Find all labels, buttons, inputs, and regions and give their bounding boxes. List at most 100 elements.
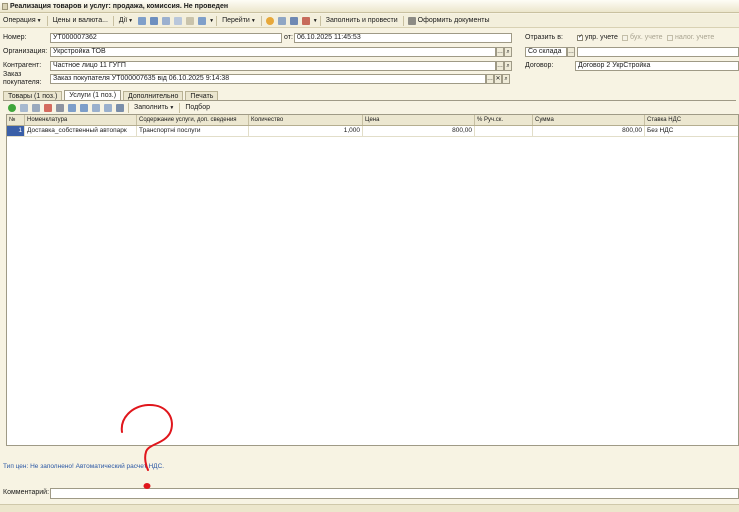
order-select-button[interactable]: …: [486, 74, 494, 84]
edit-row-icon[interactable]: [32, 103, 40, 112]
management-accounting-label: упр. учете: [585, 34, 618, 41]
chevron-down-icon[interactable]: ▼: [209, 18, 214, 24]
management-accounting-checkbox[interactable]: [577, 33, 583, 41]
toolbar-divider: [260, 15, 262, 26]
column-header-manual-discount[interactable]: % Руч.ск.: [475, 115, 533, 125]
edit-icon[interactable]: [162, 16, 171, 25]
vat-rate-cell[interactable]: Без НДС: [645, 126, 738, 136]
chevron-down-icon[interactable]: ▼: [313, 18, 318, 24]
actions-label: Дії: [118, 16, 128, 24]
service-content-cell[interactable]: Транспортні послуги: [137, 126, 249, 136]
warehouse-select-button[interactable]: …: [567, 47, 575, 57]
bottom-panel: [0, 504, 739, 512]
organization-select-button[interactable]: …: [496, 47, 504, 57]
table-row[interactable]: 1 Доставка_собственный автопарк Транспор…: [7, 126, 738, 137]
warehouse-field[interactable]: [577, 47, 739, 57]
list-icon[interactable]: [277, 16, 286, 25]
fill-label: Заполнить: [134, 103, 169, 111]
structure-icon[interactable]: [198, 16, 207, 25]
column-header-sum[interactable]: Сумма: [533, 115, 645, 125]
column-header-service-content[interactable]: Содержание услуги, доп. сведения: [137, 115, 249, 125]
contractor-select-button[interactable]: …: [496, 61, 504, 71]
chevron-down-icon: ▼: [169, 104, 175, 111]
select-button[interactable]: Подбор: [182, 101, 213, 115]
fill-menu[interactable]: Заполнить ▼: [131, 101, 177, 115]
move-down-icon[interactable]: [80, 103, 88, 112]
refresh-icon[interactable]: [186, 16, 195, 25]
order-label: Заказ покупателя:: [3, 71, 41, 87]
column-header-price[interactable]: Цена: [363, 115, 475, 125]
toolbar-divider: [128, 102, 129, 113]
contractor-search-icon[interactable]: ⌕: [504, 61, 512, 71]
organization-search-icon[interactable]: ⌕: [504, 47, 512, 57]
sort-desc-icon[interactable]: [104, 103, 112, 112]
accounting-checkbox[interactable]: [622, 35, 628, 41]
create-documents-button[interactable]: Оформить документы: [418, 14, 493, 28]
order-label-line1: Заказ: [3, 71, 22, 78]
column-header-number[interactable]: №: [7, 115, 25, 125]
delete-row-icon[interactable]: [44, 103, 52, 112]
tax-accounting-checkbox[interactable]: [667, 35, 673, 41]
toolbar-divider: [46, 15, 48, 26]
quantity-cell[interactable]: 1,000: [249, 126, 363, 136]
add-row-icon[interactable]: [8, 103, 16, 112]
delete-icon[interactable]: [174, 16, 183, 25]
tab-divider: [3, 100, 736, 101]
organization-label: Организация:: [3, 48, 48, 55]
chevron-down-icon: ▼: [128, 17, 134, 24]
comment-label: Комментарий:: [3, 489, 50, 496]
window-title-bar: Реализация товаров и услуг: продажа, ком…: [0, 0, 739, 13]
goto-label: Перейти: [222, 16, 250, 24]
copy-icon[interactable]: [150, 16, 159, 25]
number-field[interactable]: УТ000007362: [50, 33, 282, 43]
contract-field[interactable]: Договор 2 УкрСтройка: [575, 61, 739, 71]
date-label: от:: [284, 34, 293, 41]
chevron-down-icon: ▼: [36, 17, 42, 24]
new-document-icon[interactable]: [138, 16, 147, 25]
price-cell[interactable]: 800,00: [363, 126, 475, 136]
manual-discount-cell[interactable]: [475, 126, 533, 136]
sort-asc-icon[interactable]: [92, 103, 100, 112]
customer-order-field[interactable]: Заказ покупателя УТ000007635 від 06.10.2…: [50, 74, 486, 84]
move-up-icon[interactable]: [68, 103, 76, 112]
row-number-cell[interactable]: 1: [7, 126, 25, 136]
contractor-field[interactable]: Частное лицо 11 ГУГП: [50, 61, 496, 71]
contract-label: Договор:: [525, 62, 554, 69]
main-toolbar: Операция ▼ Цены и валюта... Дії ▼ ▼ Перейт…: [0, 14, 739, 28]
fill-and-post-button[interactable]: Заполнить и провести: [323, 14, 401, 28]
column-header-quantity[interactable]: Количество: [249, 115, 363, 125]
organization-field[interactable]: Укрстройка ТОВ: [50, 47, 496, 57]
tax-accounting-label: налог. учете: [675, 34, 715, 41]
services-table[interactable]: № Номенклатура Содержание услуги, доп. с…: [6, 114, 739, 446]
window-title: Реализация товаров и услуг: продажа, ком…: [10, 3, 229, 10]
order-search-icon[interactable]: ⌕: [502, 74, 510, 84]
help-icon[interactable]: [265, 16, 274, 25]
copy-row-icon[interactable]: [20, 103, 28, 112]
accounting-label: бух. учете: [630, 34, 663, 41]
settings-icon[interactable]: [289, 16, 298, 25]
sum-cell[interactable]: 800,00: [533, 126, 645, 136]
toolbar-divider: [319, 15, 321, 26]
order-clear-icon[interactable]: ✕: [494, 74, 502, 84]
toolbar-divider: [402, 15, 404, 26]
document-report-icon[interactable]: [301, 16, 310, 25]
date-field[interactable]: 06.10.2025 11:45:53: [294, 33, 512, 43]
table-header: № Номенклатура Содержание услуги, доп. с…: [7, 115, 738, 126]
document-icon: [2, 3, 8, 10]
warehouse-type-field[interactable]: Со склада: [525, 47, 567, 57]
print-icon[interactable]: [407, 16, 416, 25]
reflect-in-label: Отразить в:: [525, 34, 563, 41]
contractor-label: Контрагент:: [3, 62, 42, 69]
operation-label: Операция: [3, 16, 36, 24]
table-settings-icon[interactable]: [116, 103, 124, 112]
goto-menu[interactable]: Перейти ▼: [219, 14, 259, 28]
toolbar-divider: [179, 102, 181, 113]
column-header-nomenclature[interactable]: Номенклатура: [25, 115, 137, 125]
operation-menu[interactable]: Операция ▼: [0, 14, 45, 28]
end-edit-icon[interactable]: [56, 103, 64, 112]
toolbar-divider: [216, 15, 218, 26]
actions-menu[interactable]: Дії ▼: [116, 14, 136, 28]
nomenclature-cell[interactable]: Доставка_собственный автопарк: [25, 126, 137, 136]
column-header-vat-rate[interactable]: Ставка НДС: [645, 115, 738, 125]
prices-button[interactable]: Цены и валюта...: [50, 14, 111, 28]
